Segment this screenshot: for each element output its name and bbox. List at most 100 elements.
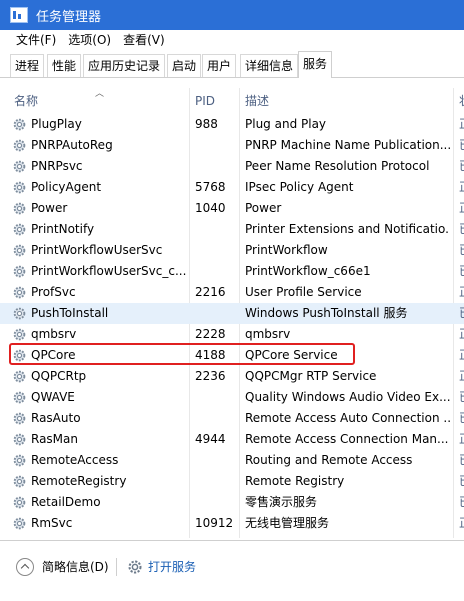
fewer-details-link[interactable]: 简略信息(D) bbox=[42, 558, 109, 576]
service-status: 正 bbox=[459, 324, 464, 345]
service-description: Remote Access Auto Connection ... bbox=[245, 411, 450, 425]
service-name: QWAVE bbox=[31, 390, 75, 404]
service-gear-icon bbox=[12, 327, 27, 342]
service-gear-icon bbox=[12, 243, 27, 258]
service-name: ProfSvc bbox=[31, 285, 76, 299]
service-gear-icon bbox=[12, 369, 27, 384]
service-name: PrintNotify bbox=[31, 222, 95, 236]
tab-startup[interactable]: 启动 bbox=[167, 54, 202, 77]
service-gear-icon bbox=[12, 180, 27, 195]
service-status: 已 bbox=[459, 135, 464, 156]
table-row[interactable]: RetailDemo 零售演示服务 已 bbox=[0, 492, 464, 513]
service-description: 无线电管理服务 bbox=[245, 516, 330, 530]
table-row[interactable]: PlugPlay 988 Plug and Play 正 bbox=[0, 114, 464, 135]
table-row[interactable]: QWAVE Quality Windows Audio Video Ex... 已 bbox=[0, 387, 464, 408]
service-name: PlugPlay bbox=[31, 117, 82, 131]
service-gear-icon bbox=[12, 222, 27, 237]
service-status: 正 bbox=[459, 198, 464, 219]
service-gear-icon bbox=[12, 432, 27, 447]
service-description: Windows PushToInstall 服务 bbox=[245, 306, 408, 320]
service-pid: 10912 bbox=[195, 516, 234, 530]
open-services-link[interactable]: 打开服务 bbox=[148, 558, 196, 576]
services-gear-icon[interactable] bbox=[127, 559, 143, 575]
service-description: QQPCMgr RTP Service bbox=[245, 369, 377, 383]
tab-processes[interactable]: 进程 bbox=[10, 54, 45, 77]
service-description: Peer Name Resolution Protocol bbox=[245, 159, 430, 173]
table-row[interactable]: RasAuto Remote Access Auto Connection ...… bbox=[0, 408, 464, 429]
service-description: Printer Extensions and Notificatio... bbox=[245, 222, 450, 236]
service-name: PushToInstall bbox=[31, 306, 109, 320]
table-row[interactable]: RemoteRegistry Remote Registry 已 bbox=[0, 471, 464, 492]
service-gear-icon bbox=[12, 516, 27, 531]
menu-file[interactable]: 文件(F) bbox=[10, 30, 62, 50]
tab-details[interactable]: 详细信息 bbox=[240, 54, 299, 77]
service-pid: 1152 bbox=[195, 534, 239, 537]
tab-app-history[interactable]: 应用历史记录 bbox=[83, 54, 166, 77]
service-status: 正 bbox=[459, 282, 464, 303]
table-row[interactable]: Power 1040 Power 正 bbox=[0, 198, 464, 219]
table-row[interactable]: PrintNotify Printer Extensions and Notifi… bbox=[0, 219, 464, 240]
table-row[interactable]: RpcEptMapper 1152 RPC Endpoint Mapper 正 bbox=[0, 534, 464, 537]
service-description: Remote Access Connection Man... bbox=[245, 432, 449, 446]
collapse-chevron-icon[interactable] bbox=[16, 558, 34, 576]
service-name: RasMan bbox=[31, 432, 78, 446]
table-row[interactable]: ProfSvc 2216 User Profile Service 正 bbox=[0, 282, 464, 303]
service-gear-icon bbox=[12, 264, 27, 279]
table-row[interactable]: RmSvc 10912 无线电管理服务正 bbox=[0, 513, 464, 534]
service-name: RemoteRegistry bbox=[31, 474, 127, 488]
table-row[interactable]: PolicyAgent 5768 IPsec Policy Agent 正 bbox=[0, 177, 464, 198]
table-row[interactable]: PrintWorkflowUserSvc_c... PrintWorkflow_c… bbox=[0, 261, 464, 282]
service-name: RetailDemo bbox=[31, 495, 101, 509]
service-name: PolicyAgent bbox=[31, 180, 102, 194]
service-name: RpcEptMapper bbox=[31, 534, 187, 537]
service-name: qmbsrv bbox=[31, 327, 77, 341]
tab-users[interactable]: 用户 bbox=[202, 54, 237, 77]
service-status: 已 bbox=[459, 219, 464, 240]
service-name: RemoteAccess bbox=[31, 453, 119, 467]
menu-options[interactable]: 选项(O) bbox=[62, 30, 117, 50]
service-description: qmbsrv bbox=[245, 327, 291, 341]
service-name: Power bbox=[31, 201, 68, 215]
service-description: User Profile Service bbox=[245, 285, 362, 299]
tab-services[interactable]: 服务 bbox=[298, 51, 333, 78]
service-pid: 4944 bbox=[195, 432, 226, 446]
service-gear-icon bbox=[12, 285, 27, 300]
service-status: 已 bbox=[459, 156, 464, 177]
service-description: PrintWorkflow bbox=[245, 243, 328, 257]
column-description[interactable]: 描述 bbox=[245, 88, 269, 112]
service-status: 已 bbox=[459, 408, 464, 429]
table-row[interactable]: qmbsrv 2228 qmbsrv 正 bbox=[0, 324, 464, 345]
service-gear-icon bbox=[12, 453, 27, 468]
service-name: PNRPsvc bbox=[31, 159, 83, 173]
service-status: 正 bbox=[459, 177, 464, 198]
service-description: Power bbox=[245, 201, 282, 215]
menu-view[interactable]: 查看(V) bbox=[117, 30, 171, 50]
column-name[interactable]: 名称 bbox=[14, 88, 38, 112]
table-row[interactable]: PushToInstall Windows PushToInstall 服务 已 bbox=[0, 303, 464, 324]
service-pid: 988 bbox=[195, 117, 218, 131]
table-row[interactable]: QQPCRtp 2236 QQPCMgr RTP Service 正 bbox=[0, 366, 464, 387]
service-pid: 5768 bbox=[195, 180, 226, 194]
table-row[interactable]: PNRPsvc Peer Name Resolution Protocol 已 bbox=[0, 156, 464, 177]
service-status: 正 bbox=[459, 429, 464, 450]
service-gear-icon bbox=[12, 474, 27, 489]
service-description: Remote Registry bbox=[245, 474, 345, 488]
service-gear-icon bbox=[12, 495, 27, 510]
column-header: 名称 PID 描述 状 bbox=[0, 88, 464, 112]
table-row[interactable]: PrintWorkflowUserSvc PrintWorkflow 已 bbox=[0, 240, 464, 261]
table-row[interactable]: RasMan 4944 Remote Access Connection Man..… bbox=[0, 429, 464, 450]
service-status: 已 bbox=[459, 492, 464, 513]
service-name: RasAuto bbox=[31, 411, 81, 425]
tab-bar: 进程 性能 应用历史记录 启动 用户 详细信息 服务 bbox=[0, 50, 464, 78]
service-status: 正 bbox=[459, 513, 464, 534]
service-name: PrintWorkflowUserSvc bbox=[31, 243, 163, 257]
service-description: PNRP Machine Name Publication... bbox=[245, 138, 450, 152]
service-description: RPC Endpoint Mapper bbox=[245, 534, 450, 537]
tab-performance[interactable]: 性能 bbox=[47, 54, 82, 77]
column-pid[interactable]: PID bbox=[195, 88, 215, 112]
table-row[interactable]: PNRPAutoReg PNRP Machine Name Publication… bbox=[0, 135, 464, 156]
window-title: 任务管理器 bbox=[36, 9, 102, 25]
service-gear-icon bbox=[12, 117, 27, 132]
column-status[interactable]: 状 bbox=[459, 88, 464, 112]
table-row[interactable]: RemoteAccess Routing and Remote Access 已 bbox=[0, 450, 464, 471]
